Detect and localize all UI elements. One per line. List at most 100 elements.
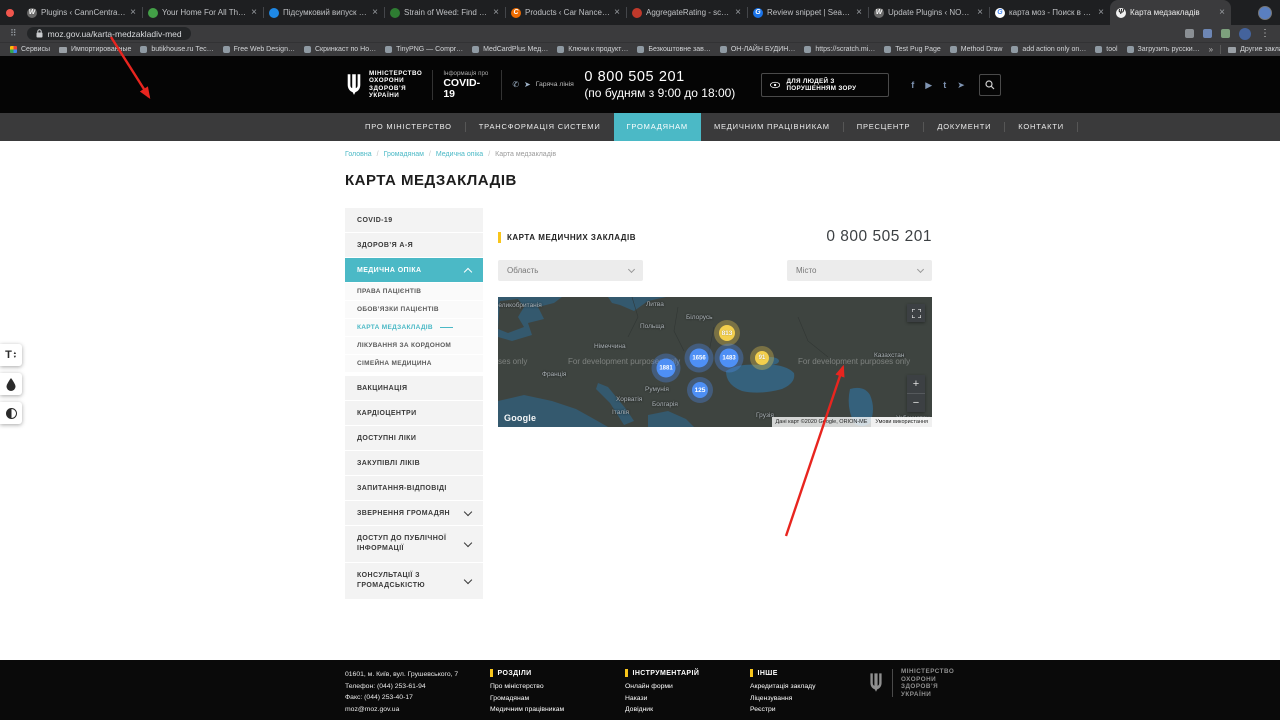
sidebar-subitem-current[interactable]: КАРТА МЕДЗАКЛАДІВ: [345, 319, 483, 336]
nav-item[interactable]: ДОКУМЕНТИ: [924, 113, 1004, 141]
search-button[interactable]: [978, 73, 1001, 96]
tab-close-icon[interactable]: ×: [493, 7, 499, 18]
contrast-button[interactable]: [0, 402, 22, 424]
browser-tab[interactable]: C Products ‹ Car Nance — Worl… ×: [505, 0, 626, 25]
telegram-icon[interactable]: ➤: [957, 80, 965, 90]
nav-item[interactable]: МЕДИЧНИМ ПРАЦІВНИКАМ: [701, 113, 843, 141]
font-size-button[interactable]: T ▲ ▼: [0, 344, 22, 366]
footer-link[interactable]: Ліцензування: [750, 693, 816, 705]
footer-link[interactable]: Довідник: [625, 704, 699, 716]
browser-tab[interactable]: Your Home For All Things Can… ×: [142, 0, 263, 25]
footer-link[interactable]: Акредитація закладу: [750, 681, 816, 693]
tab-close-icon[interactable]: ×: [1219, 7, 1225, 18]
bookmark-item[interactable]: Method Draw: [949, 46, 1002, 53]
nav-item[interactable]: ПРЕСЦЕНТР: [844, 113, 924, 141]
footer-link[interactable]: Громадянам: [490, 693, 564, 705]
tab-close-icon[interactable]: ×: [977, 7, 983, 18]
facebook-icon[interactable]: f: [911, 80, 914, 90]
footer-link[interactable]: Онлайн форми: [625, 681, 699, 693]
bookmark-folder[interactable]: Импортированные: [59, 46, 131, 53]
nav-item[interactable]: ПРО МІНІСТЕРСТВО: [352, 113, 465, 141]
zoom-out-button[interactable]: −: [907, 394, 925, 412]
google-logo[interactable]: Google: [504, 413, 536, 423]
map-fullscreen-button[interactable]: [907, 304, 925, 322]
browser-menu-icon[interactable]: ⋮: [1260, 28, 1270, 39]
bookmark-item[interactable]: Free Web Design…: [222, 46, 295, 53]
sidebar-item-medical-care[interactable]: МЕДИЧНА ОПІКА: [345, 258, 483, 282]
nav-item-active[interactable]: ГРОМАДЯНАМ: [613, 113, 701, 141]
footer-link[interactable]: Медичним працівникам: [490, 704, 564, 716]
extension-icon[interactable]: [1185, 29, 1194, 38]
footer-link[interactable]: Про міністерство: [490, 681, 564, 693]
bookmark-item[interactable]: butikhouse.ru Тес…: [140, 46, 214, 53]
bookmark-item[interactable]: Скринкаст по Но…: [303, 46, 376, 53]
map-cluster[interactable]: 1656: [689, 348, 709, 368]
sidebar-item-health-az[interactable]: ЗДОРОВ’Я А-Я: [345, 233, 483, 257]
browser-tab[interactable]: G Review snippet | Search for G…×: [747, 0, 868, 25]
sidebar-item-covid[interactable]: COVID-19: [345, 208, 483, 232]
browser-tab[interactable]: Підсумковий випуск нов… ×: [263, 0, 384, 25]
breadcrumb-link[interactable]: Медична опіка: [436, 151, 483, 158]
tab-close-icon[interactable]: ×: [1098, 7, 1104, 18]
browser-tab[interactable]: W Update Plugins ‹ NOW Magaz… ×: [868, 0, 989, 25]
region-select[interactable]: Область: [498, 260, 643, 281]
footer-link[interactable]: Накази: [625, 693, 699, 705]
map-cluster[interactable]: 125: [692, 382, 708, 398]
bookmark-item[interactable]: Test Pug Page: [884, 46, 941, 53]
sidebar-item-vaccination[interactable]: ВАКЦИНАЦІЯ: [345, 376, 483, 400]
bookmark-item[interactable]: MedCardPlus Мед…: [472, 46, 548, 53]
bookmark-item[interactable]: ОН-ЛАЙН БУДИН…: [719, 46, 795, 53]
youtube-icon[interactable]: ▶: [925, 80, 932, 90]
zoom-in-button[interactable]: +: [907, 375, 925, 394]
bookmarks-overflow-icon[interactable]: »: [1209, 45, 1213, 54]
browser-tab[interactable]: Gкарта моз - Поиск в Google ×: [989, 0, 1110, 25]
tab-close-icon[interactable]: ×: [372, 7, 378, 18]
browser-tab[interactable]: AggregateRating - schema.or… ×: [626, 0, 747, 25]
nav-item[interactable]: ТРАНСФОРМАЦІЯ СИСТЕМИ: [466, 113, 614, 141]
sidebar-subitem[interactable]: СІМЕЙНА МЕДИЦИНА: [345, 355, 483, 372]
tab-close-icon[interactable]: ×: [856, 7, 862, 18]
map-cluster[interactable]: 1483: [719, 348, 739, 368]
covid-info-link[interactable]: Інформація про COVID-19: [443, 70, 491, 100]
email-link[interactable]: moz@moz.gov.ua: [345, 704, 458, 716]
google-map[interactable]: Великобританія Литва Білорусь Польща Нім…: [498, 297, 932, 427]
sidebar-item-procurement[interactable]: ЗАКУПІВЛІ ЛІКІВ: [345, 451, 483, 475]
city-select[interactable]: Місто: [787, 260, 932, 281]
bookmark-item[interactable]: TinyPNG — Compr…: [385, 46, 463, 53]
low-vision-button[interactable]: ДЛЯ ЛЮДЕЙ З ПОРУШЕННЯМ ЗОРУ: [761, 72, 890, 97]
bookmark-item[interactable]: Сервисы: [10, 46, 50, 53]
sidebar-item-consultations[interactable]: КОНСУЛЬТАЦІЇ З ГРОМАДСЬКІСТЮ: [345, 563, 483, 599]
color-mode-button[interactable]: [0, 373, 22, 395]
extension-icon[interactable]: [1221, 29, 1230, 38]
bookmark-item[interactable]: Загрузить русски…: [1126, 46, 1200, 53]
browser-tab-active[interactable]: Ψ Карта медзакладів ×: [1110, 0, 1231, 25]
map-terms-link[interactable]: Умови використання: [871, 417, 932, 427]
sidebar-item-public-info[interactable]: ДОСТУП ДО ПУБЛІЧНОЇ ІНФОРМАЦІЇ: [345, 526, 483, 562]
ministry-logo[interactable]: МІНІСТЕРСТВО ОХОРОНИ ЗДОРОВ’Я УКРАЇНИ: [345, 70, 422, 100]
profile-avatar[interactable]: [1258, 5, 1272, 20]
sidebar-subitem[interactable]: ЛІКУВАННЯ ЗА КОРДОНОМ: [345, 337, 483, 354]
profile-avatar-icon[interactable]: [1239, 27, 1251, 40]
tab-close-icon[interactable]: ×: [130, 7, 136, 18]
tab-search-icon[interactable]: ⠿: [10, 29, 17, 38]
sidebar-subitem[interactable]: ПРАВА ПАЦІЄНТІВ: [345, 283, 483, 300]
window-control-dot[interactable]: [6, 8, 14, 17]
tab-close-icon[interactable]: ×: [735, 7, 741, 18]
tab-close-icon[interactable]: ×: [251, 7, 257, 18]
twitter-icon[interactable]: t: [943, 80, 946, 90]
address-bar[interactable]: moz.gov.ua/karta-medzakladiv-med: [26, 27, 191, 40]
browser-tab[interactable]: Strain of Weed: Find Strains, V…×: [384, 0, 505, 25]
breadcrumb-link[interactable]: Громадянам: [384, 151, 424, 158]
bookmark-item[interactable]: Ключи к продукт…: [557, 46, 628, 53]
map-cluster[interactable]: 1881: [656, 358, 676, 378]
bookmark-item[interactable]: https://scratch.mi…: [804, 46, 875, 53]
nav-item[interactable]: КОНТАКТИ: [1005, 113, 1077, 141]
map-cluster[interactable]: 91: [755, 351, 769, 365]
map-cluster[interactable]: 813: [719, 325, 735, 341]
sidebar-item-appeals[interactable]: ЗВЕРНЕННЯ ГРОМАДЯН: [345, 501, 483, 525]
sidebar-subitem[interactable]: ОБОВ’ЯЗКИ ПАЦІЄНТІВ: [345, 301, 483, 318]
bookmark-item[interactable]: add action only on…: [1011, 46, 1086, 53]
bookmark-item[interactable]: Безкоштовне зав…: [637, 46, 711, 53]
browser-tab[interactable]: W Plugins ‹ CannCentral — Word… ×: [21, 0, 142, 25]
breadcrumb-link[interactable]: Головна: [345, 151, 372, 158]
